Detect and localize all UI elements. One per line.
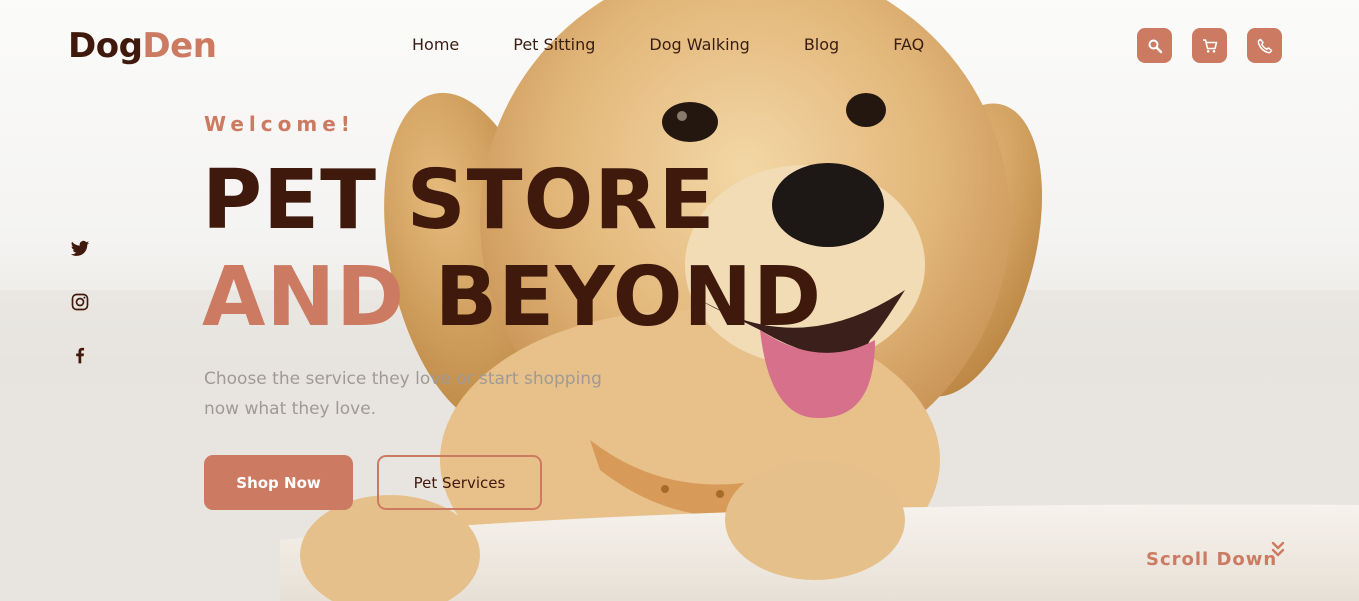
site-header: DogDen Home Pet Sitting Dog Walking Blog… bbox=[0, 0, 1359, 92]
facebook-link[interactable] bbox=[69, 344, 91, 366]
logo-part-dog: Dog bbox=[68, 26, 143, 66]
main-nav: Home Pet Sitting Dog Walking Blog FAQ bbox=[412, 35, 978, 55]
headline-beyond: BEYOND bbox=[434, 250, 823, 345]
nav-pet-sitting[interactable]: Pet Sitting bbox=[513, 35, 595, 55]
site-logo[interactable]: DogDen bbox=[68, 26, 217, 66]
hero-subtitle: Choose the service they love or start sh… bbox=[204, 364, 624, 424]
headline-line-1: PET STORE bbox=[202, 156, 715, 246]
phone-button[interactable] bbox=[1247, 28, 1282, 63]
logo-part-den: Den bbox=[142, 26, 217, 66]
search-button[interactable] bbox=[1137, 28, 1172, 63]
welcome-text: Welcome! bbox=[204, 112, 355, 136]
nav-home[interactable]: Home bbox=[412, 35, 459, 55]
instagram-icon bbox=[71, 293, 89, 311]
headline-pet-store: PET STORE bbox=[202, 153, 716, 248]
double-chevron-down-icon[interactable] bbox=[1270, 541, 1286, 559]
nav-faq[interactable]: FAQ bbox=[893, 35, 924, 55]
headline-and: AND bbox=[202, 250, 406, 345]
subtitle-line-2: now what they love. bbox=[204, 399, 377, 419]
twitter-link[interactable] bbox=[69, 238, 91, 260]
twitter-icon bbox=[70, 240, 90, 256]
pet-services-button[interactable]: Pet Services bbox=[377, 455, 542, 510]
subtitle-line-1: Choose the service they love or start sh… bbox=[204, 369, 602, 389]
nav-blog[interactable]: Blog bbox=[804, 35, 839, 55]
shop-now-button[interactable]: Shop Now bbox=[204, 455, 353, 510]
instagram-link[interactable] bbox=[69, 291, 91, 313]
cart-icon bbox=[1202, 38, 1217, 53]
facebook-icon bbox=[76, 347, 85, 364]
nav-dog-walking[interactable]: Dog Walking bbox=[649, 35, 749, 55]
scroll-down-label[interactable]: Scroll Down bbox=[1146, 549, 1277, 570]
search-icon bbox=[1148, 39, 1162, 53]
cart-button[interactable] bbox=[1192, 28, 1227, 63]
headline-line-2: AND BEYOND bbox=[202, 253, 822, 343]
phone-icon bbox=[1257, 38, 1272, 53]
